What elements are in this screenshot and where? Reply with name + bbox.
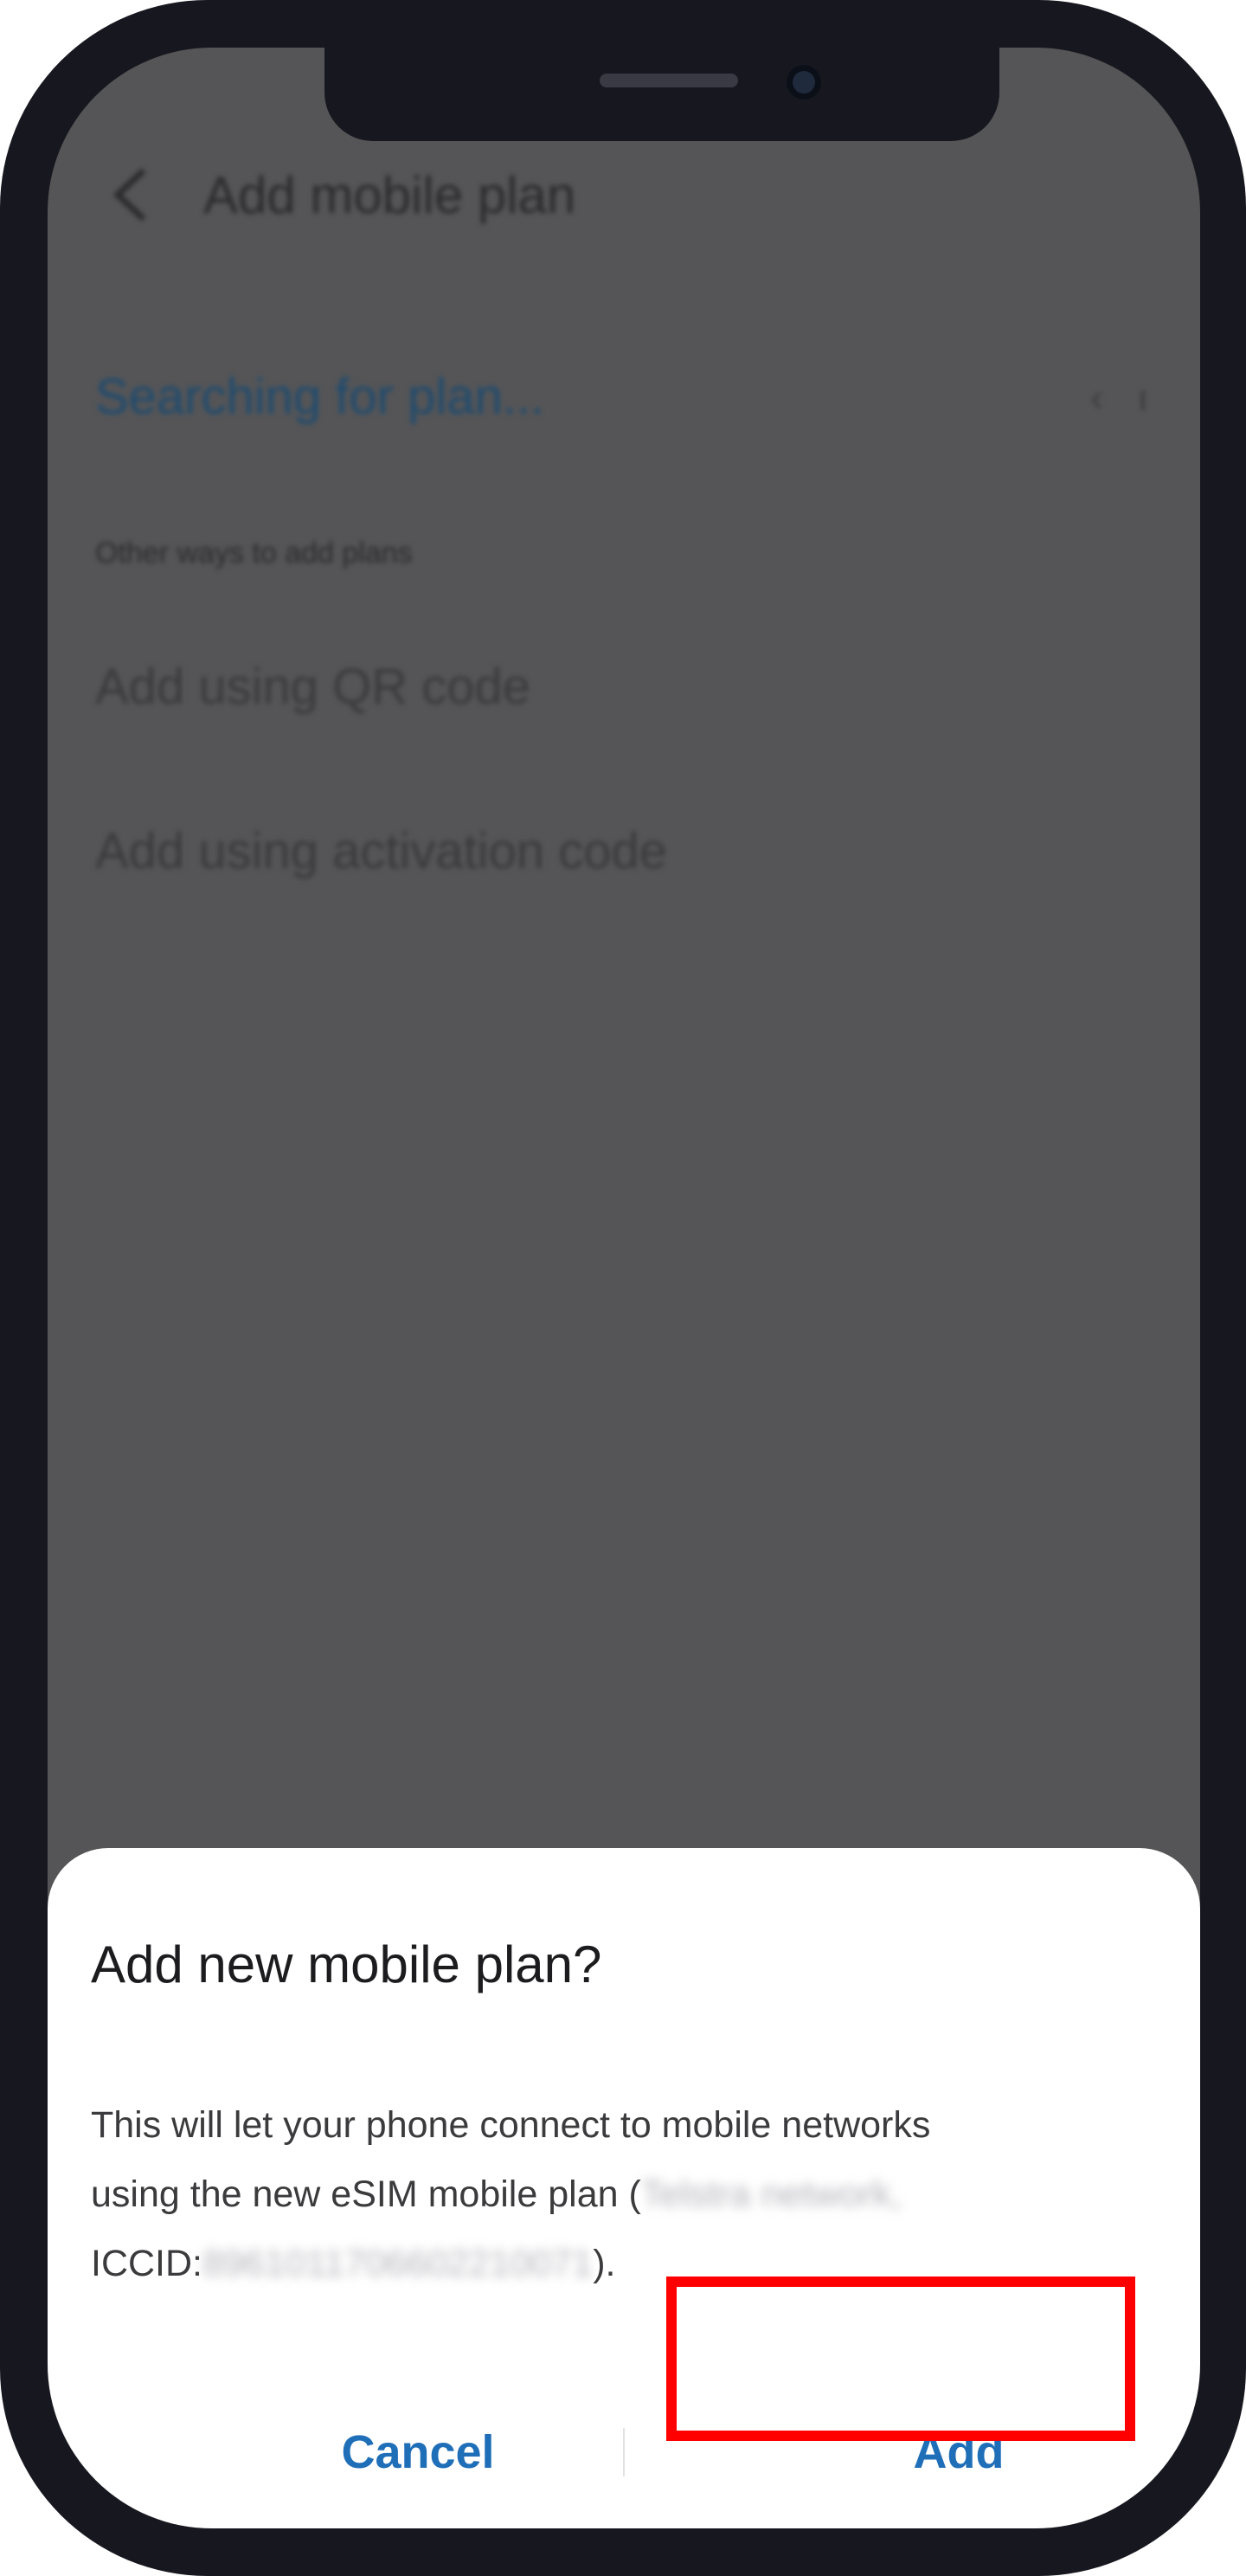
chevron-left-icon[interactable] — [100, 164, 160, 225]
dialog-body: This will let your phone connect to mobi… — [91, 2090, 1164, 2298]
notch — [324, 48, 999, 141]
searching-status: Searching for plan... — [95, 369, 545, 425]
add-button-highlight-box — [666, 2277, 1135, 2441]
dialog-body-line3: ICCID: — [91, 2243, 202, 2284]
app-header: Add mobile plan — [100, 151, 575, 238]
screen: Add mobile plan Searching for plan... ‹ ı… — [48, 48, 1200, 2528]
redacted-network-name: Telstra network, — [640, 2174, 902, 2215]
front-camera — [787, 65, 821, 100]
add-using-qr-code-option[interactable]: Add using QR code — [95, 658, 530, 716]
dialog-body-suffix: ). — [593, 2243, 616, 2284]
page-title: Add mobile plan — [203, 165, 576, 224]
loading-indicator-icon: ‹ ı — [1090, 377, 1148, 419]
cancel-button[interactable]: Cancel — [245, 2415, 591, 2489]
phone-frame: Add mobile plan Searching for plan... ‹ ı… — [0, 0, 1246, 2576]
redacted-iccid: 8961011706602210071 — [202, 2243, 594, 2284]
speaker-grille — [600, 74, 738, 87]
dialog-body-line2: using the new eSIM mobile plan ( — [91, 2174, 641, 2215]
add-using-activation-code-option[interactable]: Add using activation code — [95, 822, 667, 880]
dialog-body-line1: This will let your phone connect to mobi… — [91, 2104, 931, 2146]
dialog-title: Add new mobile plan? — [91, 1935, 602, 1993]
section-label: Other ways to add plans — [95, 537, 413, 570]
button-divider — [623, 2428, 625, 2476]
